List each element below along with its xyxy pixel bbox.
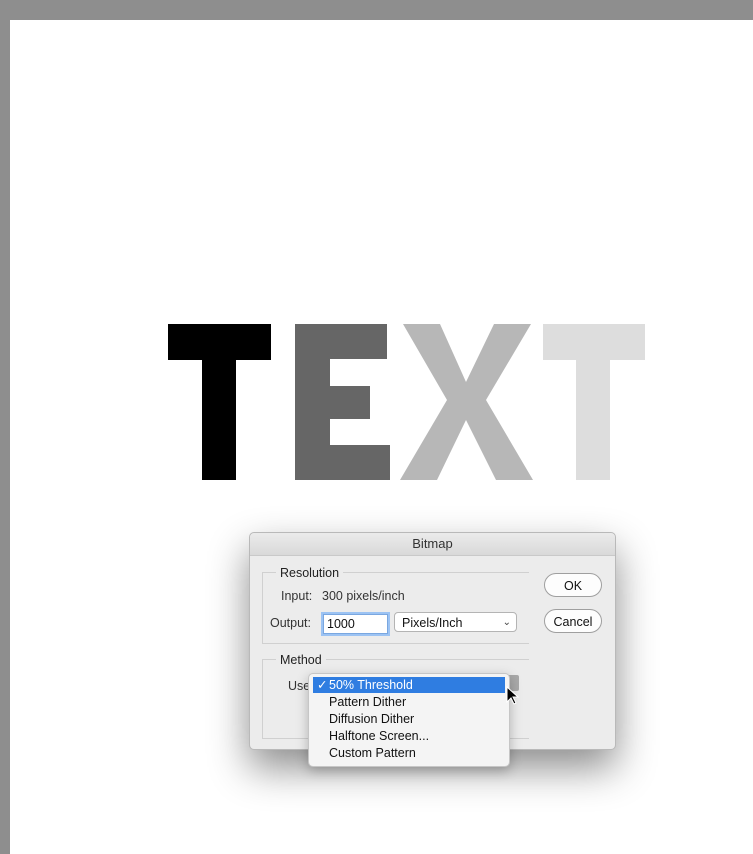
letter-x-lightgray [400, 324, 533, 480]
menu-item-50-threshold[interactable]: ✓ 50% Threshold [313, 677, 505, 693]
letter-t-black [168, 324, 271, 480]
menu-item-diffusion-dither[interactable]: Diffusion Dither [313, 711, 505, 727]
letter-e-gray [295, 324, 390, 480]
method-legend: Method [276, 653, 326, 667]
output-label: Output: [270, 616, 311, 630]
use-label: Use [288, 679, 311, 693]
letter-t-verylight [543, 324, 645, 480]
ok-button[interactable]: OK [544, 573, 602, 597]
menu-item-label: Halftone Screen... [329, 729, 430, 743]
menu-item-halftone-screen[interactable]: Halftone Screen... [313, 728, 505, 744]
menu-item-label: Custom Pattern [329, 746, 416, 760]
resolution-legend: Resolution [276, 566, 344, 580]
menu-item-custom-pattern[interactable]: Custom Pattern [313, 745, 505, 761]
mouse-cursor-icon [506, 686, 520, 705]
checkmark-icon: ✓ [317, 678, 328, 692]
menu-item-label: Pattern Dither [329, 695, 407, 709]
resolution-unit-select[interactable]: Pixels/Inch ⌄ [394, 612, 517, 632]
menu-item-label: 50% Threshold [329, 678, 413, 692]
resolution-group [262, 572, 529, 644]
dialog-title: Bitmap [250, 533, 615, 556]
method-dropdown-menu: ✓ 50% Threshold Pattern Dither Diffusion… [308, 673, 510, 767]
menu-item-pattern-dither[interactable]: Pattern Dither [313, 694, 505, 710]
input-label: Input: [281, 589, 313, 603]
output-resolution-field[interactable]: 1000 [323, 614, 388, 634]
input-value: 300 pixels/inch [322, 589, 405, 603]
resolution-unit-value: Pixels/Inch [402, 616, 463, 630]
cancel-button[interactable]: Cancel [544, 609, 602, 633]
menu-item-label: Diffusion Dither [329, 712, 415, 726]
chevron-down-icon: ⌄ [502, 617, 511, 628]
